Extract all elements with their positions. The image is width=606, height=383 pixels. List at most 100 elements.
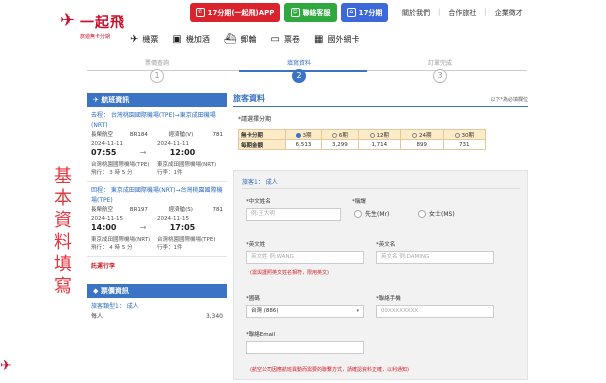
step-label: 票價查詢	[144, 60, 169, 67]
dep-airport: 東京成田國際機場(NRT)	[91, 237, 151, 243]
radio-icon	[331, 132, 337, 138]
duration: 飛行： 3 時 5 分	[91, 170, 133, 176]
top-links: 關於我們 | 合作旅社 | 企業徵才	[402, 8, 523, 18]
fare-info-header: ◆ 票價資訊	[87, 284, 227, 298]
arr-airport: 東京成田國際機場(NRT)	[157, 162, 217, 168]
ms-label: 女士(MS)	[429, 211, 455, 218]
fare-info-panel: ◆ 票價資訊 旅客類型1： 成人 每人 3,340	[87, 284, 227, 326]
plane-logo-icon: ✈	[60, 10, 76, 31]
arrow-icon: →	[139, 148, 147, 157]
nav-item-cruise[interactable]: ⛴ 郵輪	[224, 34, 257, 45]
flight-number: BR197	[129, 207, 148, 213]
ticket-icon: ▭	[270, 34, 280, 45]
installment-option-30[interactable]: 30期	[442, 129, 486, 140]
chevron-down-icon: ▾	[356, 308, 359, 314]
option-label: 12期	[376, 132, 390, 139]
chinese-name-input[interactable]: 例:王大明	[246, 208, 341, 221]
divider: |	[438, 8, 441, 16]
home-icon: ⌂	[346, 8, 356, 17]
top-header: ✈ 一起飛 旅遊無卡分期 ✆ 17分期(一起飛)APP ☺ 聯絡客服 ⌂ 17分…	[0, 0, 606, 52]
amount-cell: 1,714	[357, 139, 402, 150]
step-number: 3	[433, 69, 447, 83]
table-row: 無卡分期 3期 6期 12期 24期 30期	[238, 129, 486, 140]
installment-option-24[interactable]: 24期	[400, 129, 444, 140]
about-us-link[interactable]: 關於我們	[402, 8, 430, 18]
aircraft: 781	[212, 132, 224, 138]
step-label: 訂單完成	[427, 60, 452, 67]
suitcase-icon: ▣	[172, 34, 182, 45]
ship-icon: ⛴	[223, 34, 237, 45]
phone-input[interactable]: 09XXXXXXXX	[376, 305, 494, 318]
nav-label: 機加酒	[185, 35, 210, 44]
flight-number: BR184	[129, 132, 148, 138]
english-last-name-input[interactable]: 英文姓 例:WANG	[246, 251, 364, 264]
vertical-heading: 基本資料填寫	[54, 166, 72, 297]
left-column: ✈ 航班資訊 去程： 台灣桃園國際機場(TPE)→東京成田機場(NRT) 長榮航…	[87, 93, 227, 383]
inbound-flight: 回程： 東京成田國際機場(NRT)→台灣桃園國際機場(TPE) 長榮航空 BR19…	[87, 182, 227, 257]
title-ms-radio[interactable]: 女士(MS)	[418, 209, 455, 218]
table-row: 每期金額 6,513 3,299 1,714 899 731	[238, 139, 486, 150]
amount-cell: 6,513	[284, 139, 323, 150]
customer-service-label: 聯絡客服	[302, 8, 331, 17]
dep-date: 2024-11-11	[91, 141, 123, 147]
dep-date: 2024-11-15	[91, 216, 123, 222]
passenger-section-header: 旅客資料 以下*為必填欄位	[233, 93, 528, 107]
country-code-select[interactable]: 台灣 (886) ▾	[246, 305, 364, 318]
email-input[interactable]	[246, 341, 364, 354]
radio-icon	[295, 132, 301, 138]
baggage-rules-link[interactable]: 託運行李	[87, 257, 227, 274]
brand-logo[interactable]: ✈ 一起飛 旅遊無卡分期	[60, 10, 130, 44]
airline: 長榮航空	[91, 132, 114, 138]
tag-icon: ◆	[93, 287, 101, 295]
brand-tagline: 旅遊無卡分期	[80, 34, 111, 40]
step-number: 1	[150, 69, 164, 83]
phone-label: *聯絡手機	[376, 296, 401, 302]
english-name-note: (需與護照英文姓名相符，限用英文)	[250, 270, 329, 276]
chinese-name-label: *中文姓名	[246, 199, 271, 205]
amount-cell: 731	[442, 139, 486, 150]
arr-date: 2024-11-11	[157, 141, 189, 147]
arrow-icon: →	[139, 223, 147, 232]
installment-option-12[interactable]: 12期	[357, 129, 402, 140]
nav-item-flight-hotel[interactable]: ▣ 機加酒	[172, 34, 209, 45]
chat-icon: ☺	[290, 8, 300, 17]
installment-option-6[interactable]: 6期	[321, 129, 359, 140]
country-code-label: *國碼	[246, 296, 260, 302]
customer-service-button[interactable]: ☺ 聯絡客服	[284, 3, 337, 22]
installment-prompt: *請選擇分期	[238, 116, 272, 123]
app-download-button[interactable]: ✆ 17分期(一起飛)APP	[190, 3, 280, 22]
flight-info-title: 航班資訊	[101, 96, 130, 104]
email-label: *聯絡Email	[246, 332, 276, 338]
installment-option-3[interactable]: 3期	[284, 129, 323, 140]
arr-time: 17:05	[169, 223, 196, 232]
careers-link[interactable]: 企業徵才	[495, 8, 523, 18]
english-first-name-input[interactable]: 英文名 例:DAMING	[376, 251, 494, 264]
step-1: 票價查詢 1	[107, 58, 207, 83]
step-label: 填寫資料	[286, 60, 311, 67]
amount-cell: 3,299	[321, 139, 359, 150]
radio-icon	[454, 132, 460, 138]
nav-item-flights[interactable]: ✈ 機票	[130, 34, 158, 45]
dep-time: 14:00	[91, 223, 117, 232]
installment-table: 無卡分期 3期 6期 12期 24期 30期 每期金額 6,513 3,299 …	[238, 129, 486, 150]
partner-agency-link[interactable]: 合作旅社	[448, 8, 476, 18]
traveler-form: 旅客1： 成人 *中文姓名 例:王大明 *稱謂 先生(Mr) 女士(MS) *英…	[233, 170, 528, 380]
english-first-name-label: *英文名	[376, 242, 396, 248]
required-note: 以下*為必填欄位	[490, 97, 528, 103]
option-label: 24期	[419, 132, 432, 139]
nav-label: 機票	[142, 35, 159, 44]
nav-item-sim-card[interactable]: ▦ 國外網卡	[314, 34, 359, 45]
installment-site-label: 17分期	[358, 8, 383, 17]
flight-route: 去程： 台灣桃園國際機場(TPE)→東京成田機場(NRT)	[91, 112, 216, 129]
arr-airport: 台灣桃園國際機場(TPE)	[157, 237, 216, 243]
dep-time: 07:55	[91, 148, 117, 157]
outbound-flight: 去程： 台灣桃園國際機場(TPE)→東京成田機場(NRT) 長榮航空 BR184 經…	[87, 107, 227, 182]
title-mr-radio[interactable]: 先生(Mr)	[354, 209, 389, 218]
nav-item-tickets[interactable]: ▭ 票卷	[271, 34, 300, 45]
option-label: 30期	[461, 132, 475, 139]
progress-steps: 票價查詢 1 填寫資料 2 訂單完成 3	[87, 56, 527, 88]
baggage: 行李：1件	[157, 170, 183, 176]
installment-site-button[interactable]: ⌂ 17分期	[341, 3, 388, 22]
traveler-title: 旅客1： 成人	[242, 179, 278, 186]
option-label: 3期	[302, 132, 312, 139]
